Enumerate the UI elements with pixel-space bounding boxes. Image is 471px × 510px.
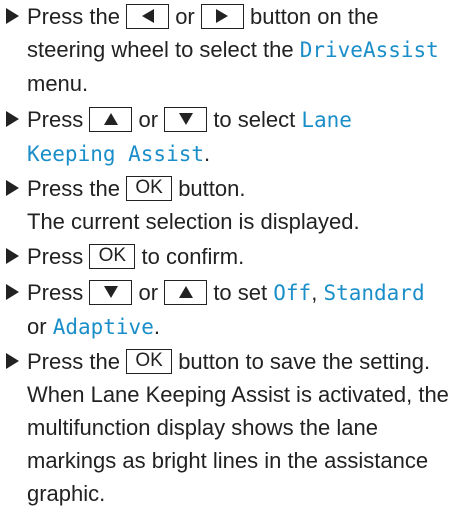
menu-keeping-assist: Keeping Assist (27, 142, 205, 166)
triangle-right-icon (216, 8, 229, 23)
down-key-button (89, 279, 133, 305)
step-3-line-2: The current selection is displayed. (27, 209, 360, 234)
triangle-down-icon (178, 112, 193, 125)
ok-key-button: OK (126, 175, 173, 201)
menu-driveassist: DriveAssist (299, 38, 439, 62)
step-6-text-b: button to save the setting. (178, 349, 431, 374)
step-3-text-a: Press the (27, 176, 120, 201)
option-off: Off (273, 281, 312, 305)
step-1-or: or (175, 4, 195, 29)
step-6-line-2: When Lane Keeping Assist is activated, t… (27, 382, 449, 407)
step-2: Press or to select Lane Keeping Assist. (6, 103, 466, 171)
bullet-arrow-icon (6, 111, 19, 127)
step-6: Press the OK button to save the setting.… (6, 345, 466, 510)
triangle-up-icon (178, 285, 193, 298)
triangle-left-icon (141, 8, 154, 23)
up-key-button (164, 279, 208, 305)
instructions-document: Press the or button on the steering whee… (0, 0, 471, 506)
step-5-text-b: to set (213, 280, 268, 305)
step-2-or: or (138, 107, 159, 132)
step-2-end: . (204, 141, 211, 166)
step-6-text-a: Press the (27, 349, 120, 374)
step-2-text-b: to select (213, 107, 296, 132)
step-1-text-a: Press the (27, 4, 120, 29)
step-6-line-3: multifunction display shows the lane (27, 415, 378, 440)
ok-key-button: OK (89, 243, 136, 269)
bullet-arrow-icon (6, 353, 19, 369)
step-5-or: or (138, 280, 159, 305)
option-standard: Standard (323, 281, 425, 305)
step-3: Press the OK button. The current selecti… (6, 172, 466, 238)
left-key-button (126, 3, 170, 29)
step-1-text-d: menu. (27, 71, 89, 96)
bullet-arrow-icon (6, 180, 19, 196)
step-6-line-4: markings as bright lines in the assistan… (27, 448, 429, 473)
step-5-end: . (153, 314, 160, 339)
step-5: Press or to set Off, Standard or Adaptiv… (6, 276, 466, 344)
bullet-arrow-icon (6, 248, 19, 264)
down-key-button (164, 106, 208, 132)
step-4: Press OK to confirm. (6, 240, 466, 273)
step-4-text-b: to confirm. (141, 244, 245, 269)
step-1-text-b: button on the (250, 4, 379, 29)
bullet-arrow-icon (6, 284, 19, 300)
step-2-text-a: Press (27, 107, 84, 132)
option-adaptive: Adaptive (52, 315, 154, 339)
ok-key-button: OK (126, 348, 173, 374)
step-6-line-5: graphic. (27, 481, 106, 506)
step-5-or-2: or (27, 314, 47, 339)
step-4-text-a: Press (27, 244, 84, 269)
step-5-text-a: Press (27, 280, 84, 305)
right-key-button (200, 3, 244, 29)
triangle-down-icon (103, 285, 118, 298)
triangle-up-icon (103, 112, 118, 125)
step-3-text-b: button. (178, 176, 246, 201)
menu-lane: Lane (301, 108, 352, 132)
up-key-button (89, 106, 133, 132)
step-1-text-c: steering wheel to select the (27, 37, 294, 62)
step-1: Press the or button on the steering whee… (6, 0, 466, 100)
step-5-comma: , (311, 280, 318, 305)
bullet-arrow-icon (6, 8, 19, 24)
